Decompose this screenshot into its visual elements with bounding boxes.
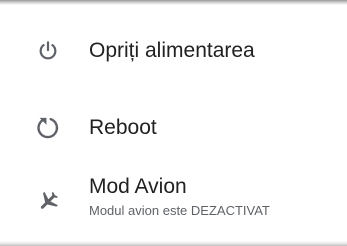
reboot-icon <box>33 113 63 143</box>
airplane-icon <box>33 186 63 216</box>
power-menu-dialog: Opriți alimentarea Reboot Mod Avion Modu… <box>0 0 347 246</box>
reboot-label: Reboot <box>89 116 157 139</box>
airplane-mode-status: Modul avion este DEZACTIVAT <box>89 203 270 218</box>
top-shadow-divider <box>0 0 347 5</box>
power-off-item[interactable]: Opriți alimentarea <box>0 22 347 82</box>
power-off-label: Opriți alimentarea <box>89 39 255 62</box>
bottom-shadow-divider <box>0 241 347 246</box>
airplane-mode-item[interactable]: Mod Avion Modul avion este DEZACTIVAT <box>0 170 347 232</box>
power-icon <box>33 36 63 66</box>
airplane-mode-label: Mod Avion <box>89 175 187 198</box>
reboot-item[interactable]: Reboot <box>0 100 347 158</box>
